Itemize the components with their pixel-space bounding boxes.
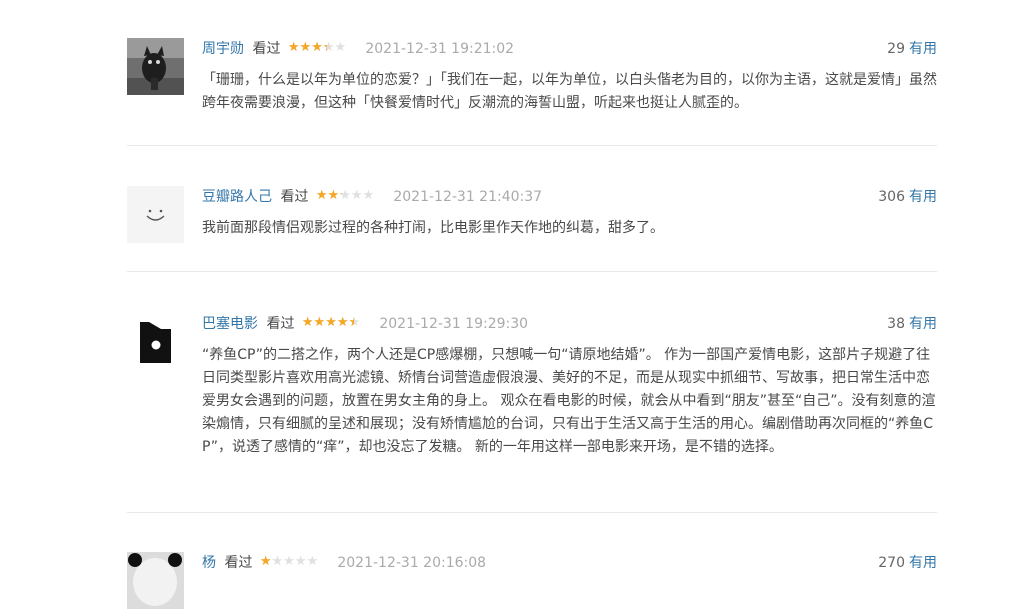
seen-label: 看过 — [252, 41, 281, 57]
comment-text: 「珊珊，什么是以年为单位的恋爱？」「我们在一起，以年为单位，以白头偕老为目的，以… — [202, 72, 937, 111]
divider — [127, 512, 937, 513]
vote-number: 38 — [887, 316, 905, 332]
vote-count: 29 有用 — [887, 38, 937, 60]
comment-text: 我前面那段情侣观影过程的各种打闹，比电影里作天作地的纠葛，甜多了。 — [202, 220, 664, 236]
rating-stars: ★★★★★ ★★★★★ — [302, 316, 367, 329]
cat-photo-icon — [127, 38, 184, 95]
avatar[interactable] — [127, 552, 184, 609]
username-link[interactable]: 周宇勋 — [202, 41, 244, 57]
seen-label: 看过 — [280, 189, 309, 205]
vote-count: 306 有用 — [878, 186, 937, 208]
star-filled-icons: ★★★★★ — [287, 41, 327, 54]
avatar[interactable] — [127, 186, 184, 243]
useful-button[interactable]: 有用 — [909, 555, 937, 571]
comment-meta: 巴塞电影 看过 ★★★★★ ★★★★★ 2021-12-31 19:29:30 … — [202, 313, 937, 335]
avatar[interactable] — [127, 38, 184, 95]
comment-time: 2021-12-31 19:29:30 — [379, 316, 529, 332]
avatar[interactable] — [127, 313, 184, 370]
comment-body: 杨 看过 ★★★★★ ★★★★★ 2021-12-31 20:16:08 270… — [202, 552, 937, 574]
comment-body: 周宇勋 看过 ★★★★★ ★★★★★ 2021-12-31 19:21:02 2… — [202, 38, 937, 115]
comment-time: 2021-12-31 19:21:02 — [365, 41, 515, 57]
panda-photo-icon — [127, 552, 184, 609]
comment-time: 2021-12-31 21:40:37 — [393, 189, 543, 205]
seen-label: 看过 — [266, 316, 295, 332]
star-filled-icons: ★★★★★ — [259, 555, 273, 568]
divider — [127, 271, 937, 272]
star-filled-icons: ★★★★★ — [301, 316, 354, 329]
comment-meta: 豆瓣路人己 看过 ★★★★★ ★★★★★ 2021-12-31 21:40:37… — [202, 186, 937, 208]
comment-body: 巴塞电影 看过 ★★★★★ ★★★★★ 2021-12-31 19:29:30 … — [202, 313, 937, 459]
divider — [127, 145, 937, 146]
useful-button[interactable]: 有用 — [909, 316, 937, 332]
comment-text: “养鱼CP”的二搭之作，两个人还是CP感爆棚，只想喊一句“请原地结婚”。 作为一… — [202, 347, 936, 455]
comment-body: 豆瓣路人己 看过 ★★★★★ ★★★★★ 2021-12-31 21:40:37… — [202, 186, 937, 240]
flag-logo-icon — [127, 313, 184, 370]
rating-stars: ★★★★★ ★★★★★ — [288, 41, 353, 54]
star-filled-icons: ★★★★★ — [315, 189, 342, 202]
username-link[interactable]: 巴塞电影 — [202, 316, 258, 332]
smiley-icon — [127, 186, 184, 243]
vote-number: 270 — [878, 555, 905, 571]
vote-count: 38 有用 — [887, 313, 937, 335]
comment-meta: 杨 看过 ★★★★★ ★★★★★ 2021-12-31 20:16:08 270… — [202, 552, 937, 574]
vote-count: 270 有用 — [878, 552, 937, 574]
comment-time: 2021-12-31 20:16:08 — [337, 555, 487, 571]
username-link[interactable]: 杨 — [202, 555, 216, 571]
comment-meta: 周宇勋 看过 ★★★★★ ★★★★★ 2021-12-31 19:21:02 2… — [202, 38, 937, 60]
username-link[interactable]: 豆瓣路人己 — [202, 189, 272, 205]
vote-number: 306 — [878, 189, 905, 205]
seen-label: 看过 — [224, 555, 253, 571]
useful-button[interactable]: 有用 — [909, 41, 937, 57]
vote-number: 29 — [887, 41, 905, 57]
rating-stars: ★★★★★ ★★★★★ — [260, 555, 325, 568]
rating-stars: ★★★★★ ★★★★★ — [316, 189, 381, 202]
useful-button[interactable]: 有用 — [909, 189, 937, 205]
